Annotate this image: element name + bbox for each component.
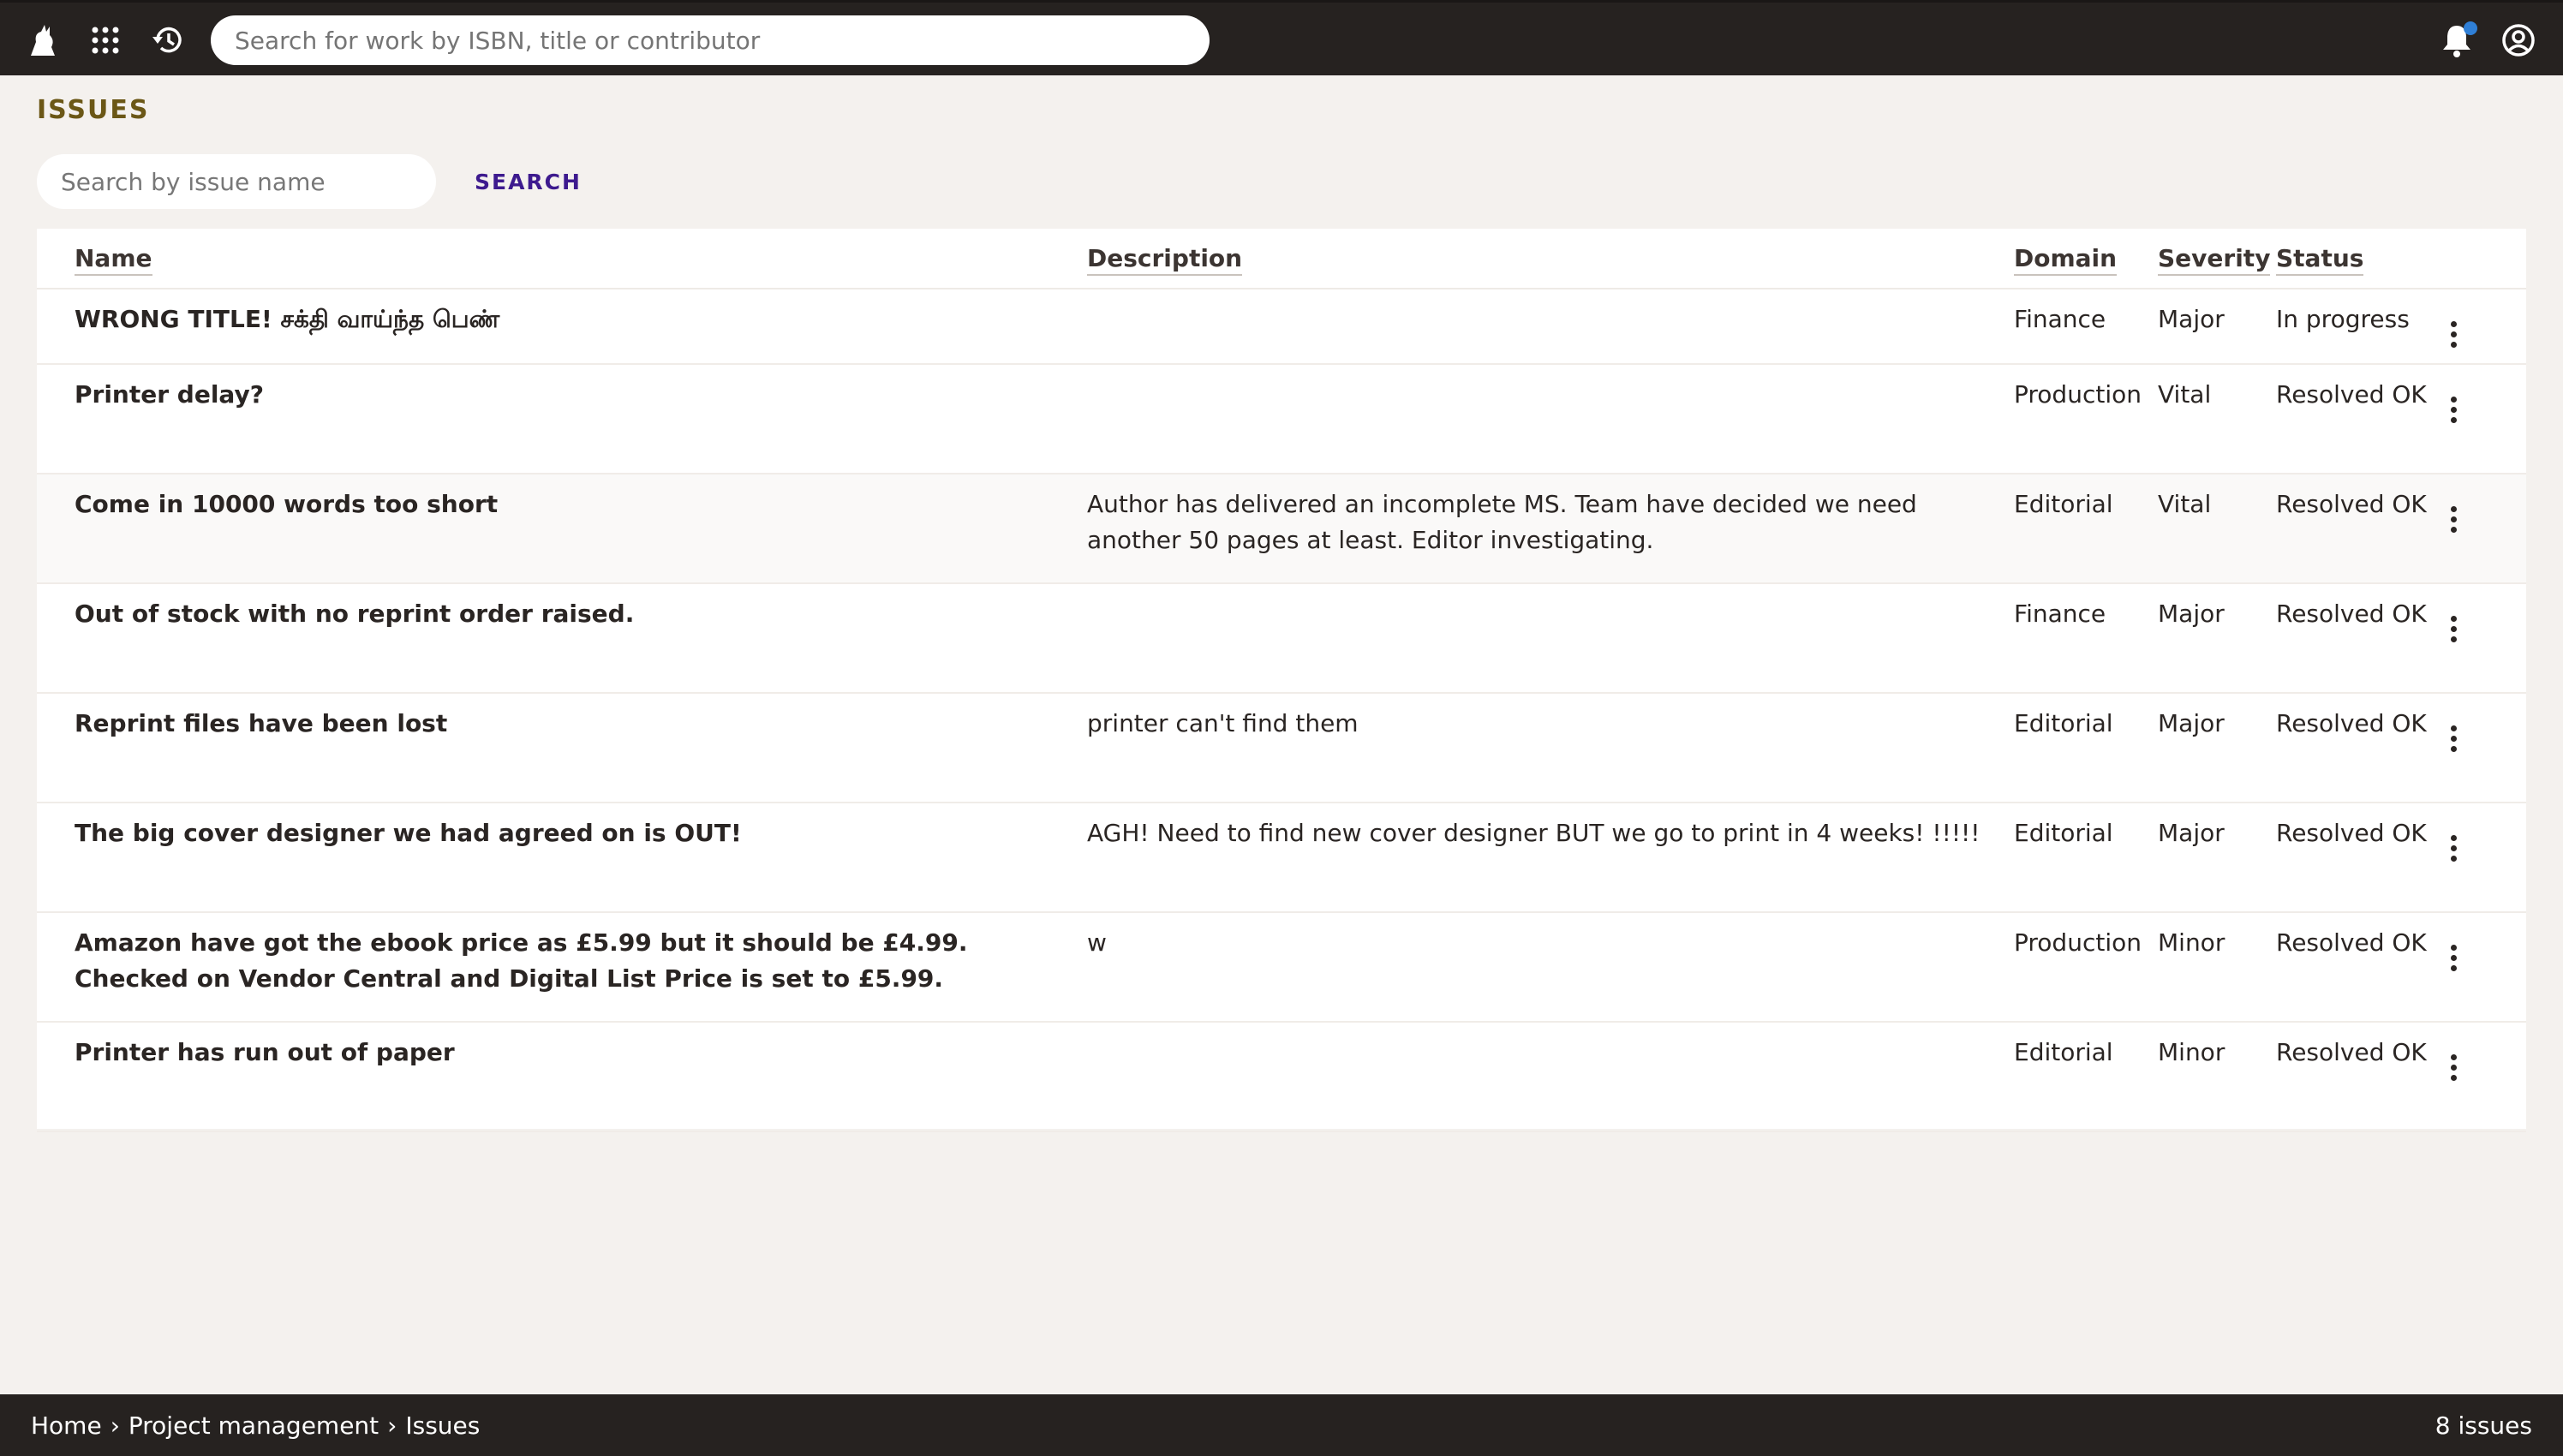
table-row[interactable]: WRONG TITLE! சக்தி வாய்ந்த பெண் Finance … [37,289,2526,365]
issue-status: Resolved OK [2276,364,2441,474]
issue-description: printer can't find them [1087,693,2014,803]
column-header-severity[interactable]: Severity [2158,229,2276,289]
issue-description [1087,1022,2014,1132]
breadcrumb-separator: › [110,1411,120,1440]
apps-grid-icon[interactable] [81,16,129,64]
breadcrumb: Home › Project management › Issues [31,1394,480,1456]
more-options-icon[interactable] [2441,319,2466,350]
issue-status: Resolved OK [2276,1022,2441,1132]
issue-domain: Editorial [2014,693,2158,803]
table-row[interactable]: The big cover designer we had agreed on … [37,803,2526,913]
table-row[interactable]: Printer delay? Production Vital Resolved… [37,364,2526,474]
issue-name[interactable]: WRONG TITLE! சக்தி வாய்ந்த பெண் [37,289,1087,365]
issue-domain: Production [2014,912,2158,1023]
breadcrumb-project-management[interactable]: Project management [128,1411,379,1440]
search-button[interactable]: SEARCH [463,158,594,206]
issue-domain: Editorial [2014,803,2158,913]
table-row[interactable]: Come in 10000 words too short Author has… [37,474,2526,584]
more-options-icon[interactable] [2441,724,2466,755]
cat-logo-icon[interactable] [19,16,67,64]
issue-severity: Minor [2158,912,2276,1023]
issue-severity: Major [2158,583,2276,694]
issue-description: AGH! Need to find new cover designer BUT… [1087,803,2014,913]
issue-status: In progress [2276,289,2441,365]
issue-name[interactable]: The big cover designer we had agreed on … [37,803,1087,913]
column-header-status[interactable]: Status [2276,229,2441,289]
issue-domain: Editorial [2014,1022,2158,1132]
issue-description [1087,583,2014,694]
table-header-row: Name Description Domain Severity Status [37,229,2526,289]
issue-description [1087,289,2014,365]
more-options-icon[interactable] [2441,504,2466,535]
issues-table: Name Description Domain Severity Status … [37,229,2526,1132]
column-header-domain[interactable]: Domain [2014,229,2158,289]
issue-severity: Vital [2158,474,2276,584]
more-options-icon[interactable] [2441,833,2466,864]
global-search-input[interactable] [211,15,1210,65]
footer-bar: Home › Project management › Issues 8 iss… [0,1394,2563,1456]
issue-search-input[interactable] [37,154,436,209]
issue-domain: Production [2014,364,2158,474]
issue-status: Resolved OK [2276,583,2441,694]
column-header-name[interactable]: Name [37,229,1087,289]
issue-status: Resolved OK [2276,912,2441,1023]
table-row[interactable]: Printer has run out of paper Editorial M… [37,1022,2526,1132]
issue-name[interactable]: Printer delay? [37,364,1087,474]
more-options-icon[interactable] [2441,943,2466,974]
breadcrumb-separator: › [387,1411,397,1440]
more-options-icon[interactable] [2441,395,2466,426]
table-row[interactable]: Out of stock with no reprint order raise… [37,583,2526,694]
issue-name[interactable]: Amazon have got the ebook price as £5.99… [37,912,1087,1023]
issues-table-card: Name Description Domain Severity Status … [37,229,2526,1132]
issue-name[interactable]: Printer has run out of paper [37,1022,1087,1132]
column-header-actions [2441,229,2526,289]
page-title: ISSUES [37,95,150,125]
issue-description: Author has delivered an incomplete MS. T… [1087,474,2014,584]
issue-description: w [1087,912,2014,1023]
issue-severity: Vital [2158,364,2276,474]
breadcrumb-issues[interactable]: Issues [405,1411,480,1440]
issue-domain: Finance [2014,289,2158,365]
issue-status: Resolved OK [2276,693,2441,803]
more-options-icon[interactable] [2441,1053,2466,1083]
issue-count: 8 issues [2435,1411,2532,1440]
issue-name[interactable]: Out of stock with no reprint order raise… [37,583,1087,694]
table-row[interactable]: Reprint files have been lost printer can… [37,693,2526,803]
column-header-description[interactable]: Description [1087,229,2014,289]
issue-severity: Minor [2158,1022,2276,1132]
issue-status: Resolved OK [2276,474,2441,584]
issue-name[interactable]: Reprint files have been lost [37,693,1087,803]
issue-severity: Major [2158,693,2276,803]
table-row[interactable]: Amazon have got the ebook price as £5.99… [37,912,2526,1023]
notification-dot [2464,21,2477,35]
issue-domain: Finance [2014,583,2158,694]
issue-name[interactable]: Come in 10000 words too short [37,474,1087,584]
issue-domain: Editorial [2014,474,2158,584]
account-circle-icon[interactable] [2494,16,2542,64]
issue-severity: Major [2158,289,2276,365]
notifications-bell-icon[interactable] [2433,16,2481,64]
issue-severity: Major [2158,803,2276,913]
top-navigation-bar [0,0,2563,75]
issue-description [1087,364,2014,474]
breadcrumb-home[interactable]: Home [31,1411,102,1440]
history-icon[interactable] [144,16,192,64]
more-options-icon[interactable] [2441,614,2466,645]
issue-status: Resolved OK [2276,803,2441,913]
